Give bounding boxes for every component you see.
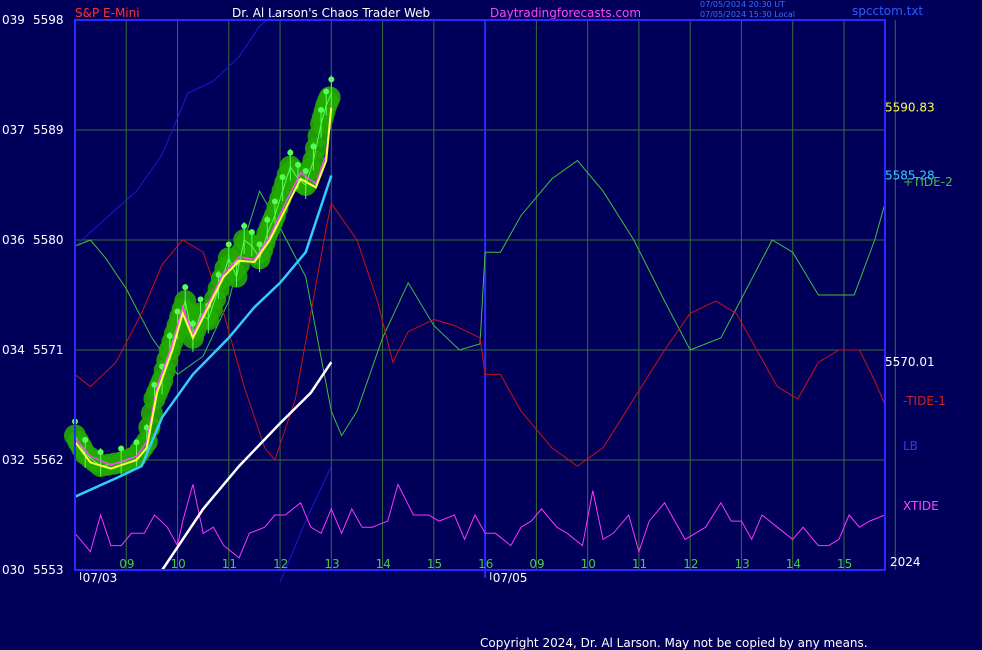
price-marker [241,223,248,229]
price-marker [182,284,189,291]
x-hour-label: 13 [734,557,749,571]
x-hour-label: 11 [632,557,647,571]
price-marker [264,216,271,223]
price-marker [174,308,181,315]
timestamp-local: 07/05/2024 15:30 Local [700,10,795,19]
x-hour-label: 14 [786,557,801,571]
price-marker [118,445,125,452]
x-hour-label: 09 [119,557,134,571]
price-marker [197,296,204,303]
price-marker [133,439,140,446]
price-marker [328,76,335,83]
site-title: Dr. Al Larson's Chaos Trader Web [232,6,430,20]
price-marker [271,198,278,205]
x-date-label: 07/03 [83,571,118,585]
price-marker [225,241,232,248]
legend-xtide: XTIDE [903,499,939,513]
right-value-label: 5590.83 [885,101,935,115]
x-hour-label: 13 [324,557,339,571]
right-value-label: 5570.01 [885,355,935,369]
y-tick-label: 5562 [33,453,64,467]
y-tick-label: 5580 [33,233,64,247]
y-code-label: 039 [2,13,25,27]
chart-background [0,0,982,650]
price-marker [295,161,302,168]
x-hour-label: 12 [683,557,698,571]
y-code-label: 034 [2,343,25,357]
x-hour-label: 12 [273,557,288,571]
legend-tide2: +TIDE-2 [903,175,953,189]
y-tick-label: 5571 [33,343,64,357]
legend-tide1: -TIDE-1 [903,394,946,408]
y-code-label: 036 [2,233,25,247]
x-hour-label: 16 [478,557,493,571]
y-code-label: 030 [2,563,25,577]
y-code-label: 032 [2,453,25,467]
price-marker [248,229,255,236]
y-tick-label: 5589 [33,123,64,137]
price-marker [97,449,104,456]
copyright-notice: Copyright 2024, Dr. Al Larson. May not b… [480,636,868,650]
price-marker [279,174,286,181]
y-tick-label: 5553 [33,563,64,577]
price-marker [256,241,263,248]
price-marker [287,149,294,156]
symbol-title: S&P E-Mini [75,6,140,20]
price-marker [166,333,173,339]
data-file-name: spcctom.txt [852,4,923,18]
timestamp-ut: 07/05/2024 20:30 UT [700,0,785,9]
site-url: Daytradingforecasts.com [490,6,641,20]
x-hour-label: 09 [529,557,544,571]
x-hour-label: 15 [837,557,852,571]
x-hour-label: 14 [376,557,391,571]
price-marker [215,271,222,278]
x-hour-label: 10 [581,557,596,571]
x-hour-label: 15 [427,557,442,571]
x-date-label: 07/05 [493,571,528,585]
x-hour-label: 11 [222,557,237,571]
year-label: 2024 [890,555,921,569]
x-hour-label: 10 [171,557,186,571]
price-marker [318,106,325,113]
chaos-trader-chart: S&P E-Mini Dr. Al Larson's Chaos Trader … [0,0,982,650]
price-marker [302,168,309,174]
legend-lb: LB [903,439,918,453]
price-marker [323,88,330,95]
price-marker [82,436,89,443]
y-code-label: 037 [2,123,25,137]
y-tick-label: 5598 [33,13,64,27]
